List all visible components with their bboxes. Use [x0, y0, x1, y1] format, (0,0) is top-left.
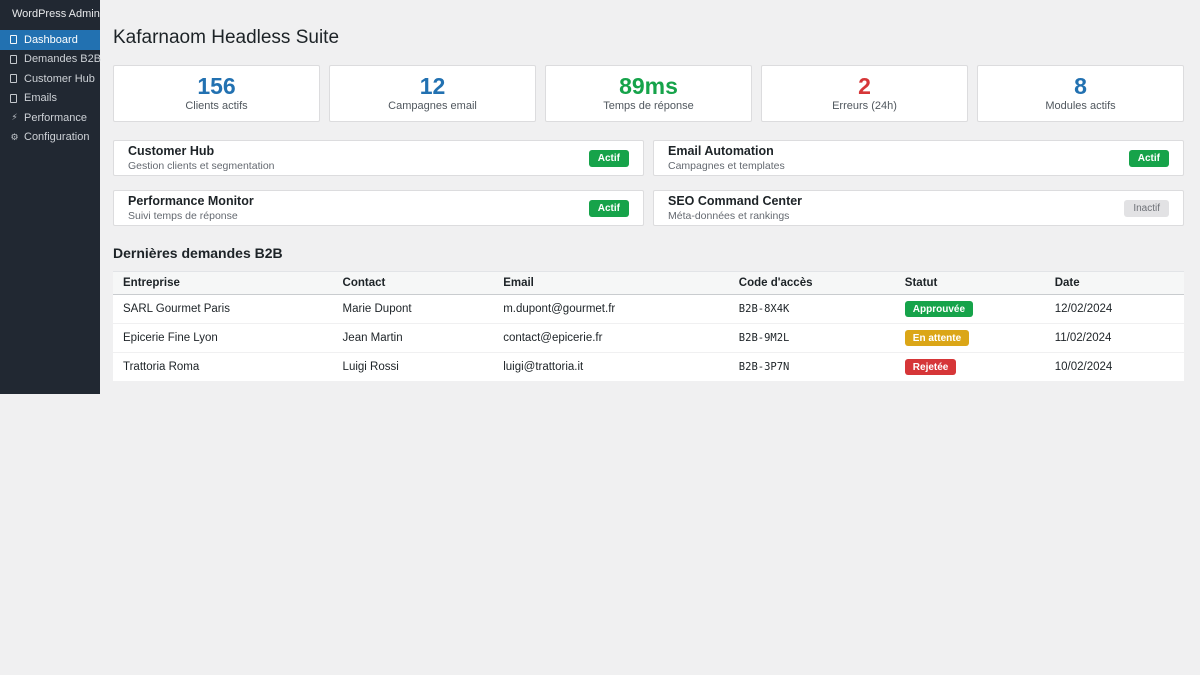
module-description: Suivi temps de réponse: [128, 210, 254, 222]
table-row: Epicerie Fine LyonJean Martincontact@epi…: [113, 324, 1184, 353]
stat-card-campagnes-email: 12Campagnes email: [329, 65, 536, 122]
sidebar-item-label: Customer Hub: [24, 73, 95, 85]
cell-email: luigi@trattoria.it: [493, 353, 729, 382]
modules-grid: Customer Hub Gestion clients et segmentat…: [113, 140, 1184, 226]
stat-label: Erreurs (24h): [766, 100, 963, 112]
module-info: Email Automation Campagnes et templates: [668, 144, 785, 172]
column-header-date: Date: [1045, 272, 1184, 295]
dashboard-icon: [10, 35, 17, 44]
table-header-row: EntrepriseContactEmailCode d'accèsStatut…: [113, 272, 1184, 295]
demandes-b2b-icon: [10, 55, 17, 64]
module-card-seo-command-center[interactable]: SEO Command Center Méta-données et rankin…: [653, 190, 1184, 226]
sidebar-item-dashboard[interactable]: Dashboard: [0, 30, 100, 50]
module-title: Email Automation: [668, 144, 785, 158]
cell-entreprise: SARL Gourmet Paris: [113, 295, 333, 324]
cell-statut: Rejetée: [895, 353, 1045, 382]
cell-contact: Marie Dupont: [333, 295, 494, 324]
cell-email: contact@epicerie.fr: [493, 324, 729, 353]
cell-code: B2B-3P7N: [729, 353, 895, 382]
stat-value: 12: [334, 73, 531, 99]
main-content: Kafarnaom Headless Suite 156Clients acti…: [100, 0, 1200, 382]
cell-code: B2B-9M2L: [729, 324, 895, 353]
cell-date: 11/02/2024: [1045, 324, 1184, 353]
column-header-code-d-acc-s: Code d'accès: [729, 272, 895, 295]
sidebar-item-label: Configuration: [24, 131, 89, 143]
cell-date: 12/02/2024: [1045, 295, 1184, 324]
stat-label: Campagnes email: [334, 100, 531, 112]
emails-icon: [10, 94, 17, 103]
module-info: Customer Hub Gestion clients et segmentat…: [128, 144, 275, 172]
module-status-badge: Actif: [589, 150, 629, 167]
cell-contact: Jean Martin: [333, 324, 494, 353]
module-description: Gestion clients et segmentation: [128, 160, 275, 172]
sidebar-brand: WordPress Admin: [0, 6, 100, 30]
module-title: Performance Monitor: [128, 194, 254, 208]
page-title: Kafarnaom Headless Suite: [113, 27, 1184, 49]
column-header-email: Email: [493, 272, 729, 295]
sidebar-item-demandes-b2b[interactable]: Demandes B2B: [0, 50, 100, 70]
sidebar-item-label: Emails: [24, 92, 57, 104]
table-body: SARL Gourmet ParisMarie Dupontm.dupont@g…: [113, 295, 1184, 382]
cell-email: m.dupont@gourmet.fr: [493, 295, 729, 324]
sidebar-menu: Dashboard Demandes B2B Customer Hub Emails ⚡…: [0, 30, 100, 147]
table-row: SARL Gourmet ParisMarie Dupontm.dupont@g…: [113, 295, 1184, 324]
stat-value: 2: [766, 73, 963, 99]
stat-value: 156: [118, 73, 315, 99]
sidebar-item-label: Demandes B2B: [24, 53, 101, 65]
stat-card-erreurs-24h-: 2Erreurs (24h): [761, 65, 968, 122]
sidebar-item-label: Dashboard: [24, 34, 78, 46]
module-status-badge: Actif: [1129, 150, 1169, 167]
column-header-entreprise: Entreprise: [113, 272, 333, 295]
column-header-statut: Statut: [895, 272, 1045, 295]
module-card-customer-hub[interactable]: Customer Hub Gestion clients et segmentat…: [113, 140, 644, 176]
customer-hub-icon: [10, 74, 17, 83]
cell-statut: Approuvée: [895, 295, 1045, 324]
stat-label: Modules actifs: [982, 100, 1179, 112]
module-info: SEO Command Center Méta-données et rankin…: [668, 194, 802, 222]
status-badge: Approuvée: [905, 301, 973, 317]
module-card-email-automation[interactable]: Email Automation Campagnes et templates Ac…: [653, 140, 1184, 176]
stat-value: 8: [982, 73, 1179, 99]
status-badge: En attente: [905, 330, 969, 346]
cell-entreprise: Epicerie Fine Lyon: [113, 324, 333, 353]
module-status-badge: Actif: [589, 200, 629, 217]
module-title: Customer Hub: [128, 144, 275, 158]
admin-sidebar: WordPress Admin Dashboard Demandes B2B Cus…: [0, 0, 100, 394]
b2b-requests-title: Dernières demandes B2B: [113, 245, 1184, 261]
stat-value: 89ms: [550, 73, 747, 99]
module-card-performance-monitor[interactable]: Performance Monitor Suivi temps de répons…: [113, 190, 644, 226]
module-info: Performance Monitor Suivi temps de répons…: [128, 194, 254, 222]
cell-code: B2B-8X4K: [729, 295, 895, 324]
table-row: Trattoria RomaLuigi Rossiluigi@trattoria…: [113, 353, 1184, 382]
stats-row: 156Clients actifs12Campagnes email89msTe…: [113, 65, 1184, 122]
cell-contact: Luigi Rossi: [333, 353, 494, 382]
module-description: Campagnes et templates: [668, 160, 785, 172]
module-title: SEO Command Center: [668, 194, 802, 208]
sidebar-item-label: Performance: [24, 112, 87, 124]
stat-label: Clients actifs: [118, 100, 315, 112]
sidebar-item-configuration[interactable]: ⚙ Configuration: [0, 128, 100, 148]
cell-statut: En attente: [895, 324, 1045, 353]
stat-card-modules-actifs: 8Modules actifs: [977, 65, 1184, 122]
performance-icon: ⚡: [10, 112, 19, 123]
configuration-icon: ⚙: [10, 132, 19, 143]
sidebar-item-customer-hub[interactable]: Customer Hub: [0, 69, 100, 89]
column-header-contact: Contact: [333, 272, 494, 295]
stat-label: Temps de réponse: [550, 100, 747, 112]
module-description: Méta-données et rankings: [668, 210, 802, 222]
stat-card-clients-actifs: 156Clients actifs: [113, 65, 320, 122]
sidebar-item-emails[interactable]: Emails: [0, 89, 100, 109]
cell-date: 10/02/2024: [1045, 353, 1184, 382]
module-status-badge: Inactif: [1124, 200, 1169, 217]
status-badge: Rejetée: [905, 359, 957, 375]
sidebar-item-performance[interactable]: ⚡ Performance: [0, 108, 100, 128]
b2b-requests-table: EntrepriseContactEmailCode d'accèsStatut…: [113, 271, 1184, 382]
stat-card-temps-de-r-ponse: 89msTemps de réponse: [545, 65, 752, 122]
cell-entreprise: Trattoria Roma: [113, 353, 333, 382]
